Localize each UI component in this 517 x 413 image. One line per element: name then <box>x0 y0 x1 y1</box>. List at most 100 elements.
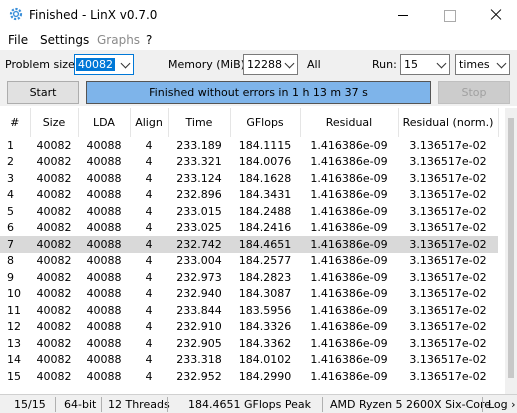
table-cell: 3.136517e-02 <box>409 303 487 317</box>
scrollbar-thumb[interactable] <box>508 118 514 378</box>
table-cell: 1.416386e-09 <box>300 236 398 253</box>
table-cell: 3.136517e-02 <box>409 270 487 284</box>
align-column-header[interactable]: Align <box>130 108 169 137</box>
size-column-header[interactable]: Size <box>30 108 79 137</box>
menu-settings[interactable]: Settings <box>40 33 89 47</box>
table-cell: 184.3362 <box>238 336 292 350</box>
table-cell: 184.3087 <box>238 287 292 301</box>
table-cell: 3.136517e-02 <box>409 320 487 334</box>
table-row[interactable]: 6 40082 40088 4 233.025 184.2416 1.416386e-09 3… <box>0 220 498 237</box>
table-row[interactable]: 11 40082 40088 4 233.844 183.5956 1.416386e-09… <box>0 302 498 319</box>
table-row[interactable]: 14 40082 40088 4 233.318 184.0102 1.416386e-09… <box>0 352 498 369</box>
menu-graphs[interactable]: Graphs <box>97 33 140 47</box>
vertical-scrollbar[interactable] <box>505 108 517 394</box>
table-cell: 40082 <box>36 155 72 169</box>
table-cell: 3.136517e-02 <box>409 188 487 202</box>
table-cell: 9 <box>7 270 14 284</box>
table-header: # Size LDA Align Time GFlops Residual Residual … <box>0 108 499 137</box>
results-table[interactable]: # Size LDA Align Time GFlops Residual Residual … <box>0 108 505 394</box>
maximize-button[interactable] <box>426 0 472 30</box>
cpu-status: AMD Ryzen 5 2600X Six-Core <box>330 398 492 411</box>
table-cell: 40082 <box>36 221 72 235</box>
table-cell: 184.2577 <box>238 254 292 268</box>
stop-button[interactable]: Stop <box>438 81 510 104</box>
table-cell: 1.416386e-09 <box>310 336 388 350</box>
table-cell: 40088 <box>86 303 122 317</box>
table-row[interactable]: 9 40082 40088 4 232.973 184.2823 1.416386e-09 3… <box>0 269 498 286</box>
gflops-column-header[interactable]: GFlops <box>230 108 301 137</box>
table-cell: 40088 <box>86 270 122 284</box>
residual-norm-column-header[interactable]: Residual (norm.) <box>398 108 499 137</box>
table-row[interactable]: 12 40082 40088 4 232.910 184.3326 1.416386e-09… <box>0 319 498 336</box>
table-cell: 3.136517e-02 <box>409 287 487 301</box>
table-cell: 184.2823 <box>238 270 292 284</box>
table-cell: 3.136517e-02 <box>409 336 487 350</box>
status-divider <box>101 397 102 412</box>
table-cell: 1.416386e-09 <box>310 155 388 169</box>
table-cell: 4 <box>145 138 153 152</box>
table-cell: 40082 <box>36 171 72 185</box>
status-divider <box>55 397 56 412</box>
table-row[interactable]: 8 40082 40088 4 233.004 184.2577 1.416386e-09 3… <box>0 253 498 270</box>
table-cell: 40082 <box>36 254 72 268</box>
table-cell: 4 <box>145 287 153 301</box>
table-cell: 233.844 <box>176 303 222 317</box>
table-cell: 40082 <box>36 138 72 152</box>
table-cell: 13 <box>7 336 21 350</box>
table-cell: 40082 <box>36 303 72 317</box>
menu-help[interactable]: ? <box>146 33 152 47</box>
table-cell: 3.136517e-02 <box>409 138 487 152</box>
table-cell: 232.952 <box>176 369 222 383</box>
table-cell: 4 <box>7 188 14 202</box>
start-button[interactable]: Start <box>7 81 79 104</box>
table-cell: 40088 <box>86 336 122 350</box>
problem-size-combo[interactable]: 40082 <box>74 54 134 75</box>
table-row[interactable]: 10 40082 40088 4 232.940 184.3087 1.416386e-09… <box>0 286 498 303</box>
table-row[interactable]: 3 40082 40088 4 233.124 184.1628 1.416386e-09 3… <box>0 170 498 187</box>
table-row[interactable]: 7 40082 40088 4 232.742 184.4651 1.416386e-09 3… <box>0 236 498 253</box>
table-cell: 1.416386e-09 <box>310 320 388 334</box>
table-cell: 1.416386e-09 <box>310 369 388 383</box>
table-cell: 40082 <box>36 336 72 350</box>
table-cell: 1.416386e-09 <box>310 270 388 284</box>
table-cell: 3.136517e-02 <box>409 353 487 367</box>
table-cell: 40088 <box>86 204 122 218</box>
table-cell: 40088 <box>86 320 122 334</box>
table-cell: 4 <box>145 188 153 202</box>
table-cell: 1.416386e-09 <box>310 221 388 235</box>
close-button[interactable] <box>472 0 517 30</box>
menu-file[interactable]: File <box>8 33 28 47</box>
table-cell: 40082 <box>36 204 72 218</box>
table-cell: 40082 <box>36 353 72 367</box>
table-cell: 184.4651 <box>230 236 300 253</box>
minimize-button[interactable] <box>380 0 426 30</box>
table-cell: 40082 <box>36 320 72 334</box>
table-cell: 232.896 <box>176 188 222 202</box>
table-row[interactable]: 13 40082 40088 4 232.905 184.3362 1.416386e-09… <box>0 335 498 352</box>
table-cell: 233.189 <box>176 138 222 152</box>
memory-combo[interactable]: 12288 <box>243 54 298 75</box>
table-cell: 232.940 <box>176 287 222 301</box>
table-cell: 10 <box>7 287 21 301</box>
table-cell: 184.2990 <box>238 369 292 383</box>
problem-size-value: 40082 <box>76 58 115 71</box>
table-row[interactable]: 2 40082 40088 4 233.321 184.0076 1.416386e-09 3… <box>0 154 498 171</box>
all-memory-label[interactable]: All <box>307 58 321 71</box>
index-column-header[interactable]: # <box>0 108 31 137</box>
run-progress-status: 15/15 <box>14 398 46 411</box>
run-unit-combo[interactable]: times <box>455 54 510 75</box>
table-row[interactable]: 5 40082 40088 4 233.015 184.2488 1.416386e-09 3… <box>0 203 498 220</box>
table-row[interactable]: 4 40082 40088 4 232.896 184.3431 1.416386e-09 3… <box>0 187 498 204</box>
table-cell: 2 <box>7 155 14 169</box>
time-column-header[interactable]: Time <box>168 108 231 137</box>
run-count-combo[interactable]: 15 <box>400 54 450 75</box>
table-row[interactable]: 15 40082 40088 4 232.952 184.2990 1.416386e-09… <box>0 368 498 385</box>
table-cell: 40088 <box>86 353 122 367</box>
log-button[interactable]: Log › <box>488 398 516 411</box>
table-row[interactable]: 1 40082 40088 4 233.189 184.1115 1.416386e-09 3… <box>0 137 498 154</box>
lda-column-header[interactable]: LDA <box>78 108 131 137</box>
residual-column-header[interactable]: Residual <box>300 108 399 137</box>
status-bar: 15/15 64-bit 12 Threads 184.4651 GFlops … <box>0 394 517 413</box>
table-cell: 1.416386e-09 <box>310 188 388 202</box>
table-cell: 15 <box>7 369 21 383</box>
